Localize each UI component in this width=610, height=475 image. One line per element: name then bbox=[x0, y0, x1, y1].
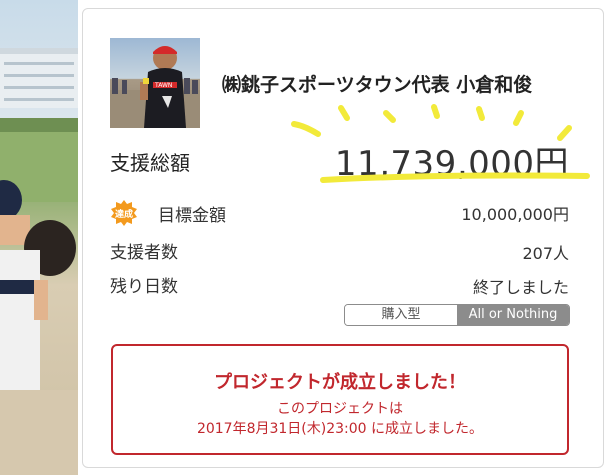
type-all-or-nothing: All or Nothing bbox=[457, 305, 569, 325]
achieved-badge-icon: 達成 bbox=[111, 200, 137, 226]
shirt-logo-text: TAWN bbox=[154, 82, 172, 89]
project-type-toggle: 購入型 All or Nothing bbox=[344, 304, 570, 326]
owner-name[interactable]: ㈱銚子スポーツタウン代表 小倉和俊 bbox=[222, 70, 532, 97]
days-left-label: 残り日数 bbox=[110, 277, 178, 297]
supporters-label: 支援者数 bbox=[110, 243, 178, 263]
funding-label: 支援総額 bbox=[110, 151, 190, 175]
success-title: プロジェクトが成立しました！ bbox=[214, 372, 466, 393]
goal-label: 目標金額 bbox=[158, 206, 226, 226]
owner-avatar: TAWN bbox=[110, 38, 200, 128]
goal-value: 10,000,000円 bbox=[461, 205, 569, 224]
achieved-badge-text: 達成 bbox=[115, 208, 133, 220]
success-line-1: このプロジェクトは bbox=[277, 401, 403, 417]
funding-amount: 11,739,000円 bbox=[334, 144, 569, 184]
success-line-2: 2017年8月31日(木)23:00 に成立しました。 bbox=[196, 421, 484, 437]
supporters-value: 207人 bbox=[522, 244, 569, 263]
days-left-value: 終了しました bbox=[472, 278, 569, 297]
project-photo bbox=[0, 0, 78, 475]
success-notice: プロジェクトが成立しました！ このプロジェクトは 2017年8月31日(木)23… bbox=[111, 344, 569, 455]
type-purchase: 購入型 bbox=[345, 305, 457, 325]
